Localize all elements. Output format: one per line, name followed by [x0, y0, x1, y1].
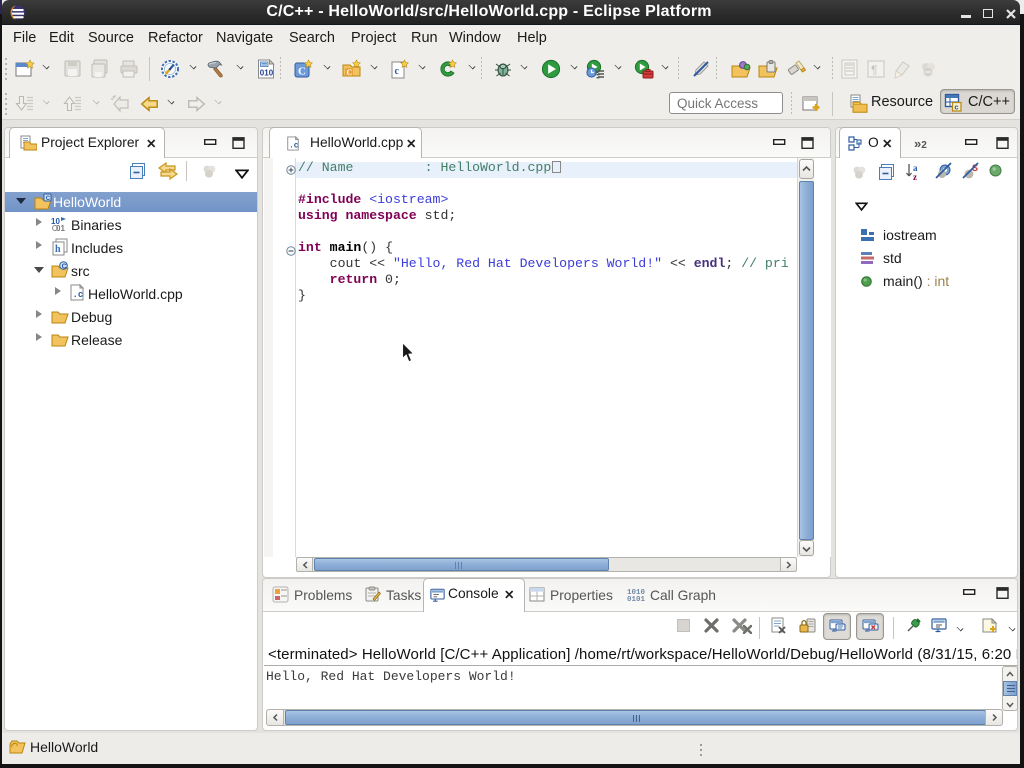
svg-text:C: C: [62, 263, 67, 270]
svg-text:.c: .c: [73, 290, 84, 300]
svg-text:¶: ¶: [871, 63, 877, 77]
svg-text:C: C: [298, 66, 306, 78]
svg-text:C: C: [347, 68, 353, 77]
svg-text:C: C: [46, 196, 51, 202]
svg-text:z: z: [913, 172, 917, 181]
svg-text:010: 010: [260, 69, 274, 78]
svg-text:h: h: [55, 244, 61, 255]
svg-text:c: c: [954, 103, 958, 112]
svg-text:0101: 0101: [627, 596, 645, 603]
svg-text:.c: .c: [289, 141, 299, 150]
svg-text:c: c: [395, 66, 400, 77]
